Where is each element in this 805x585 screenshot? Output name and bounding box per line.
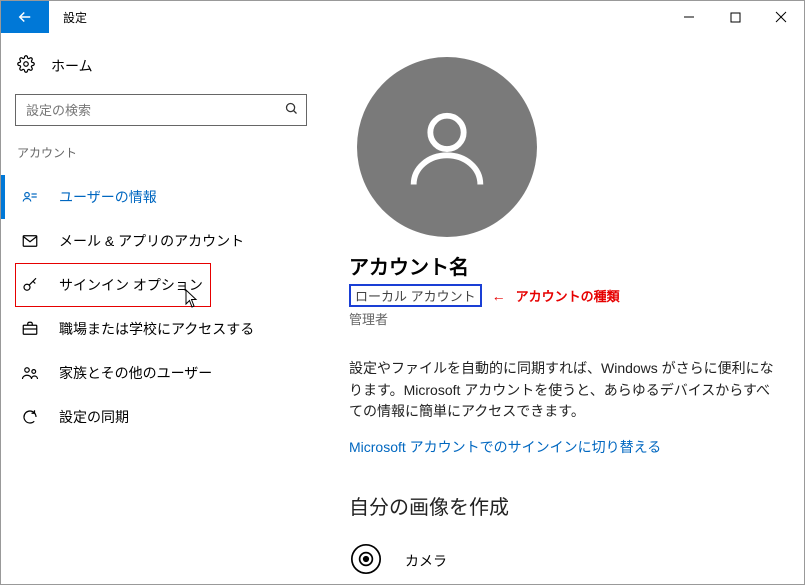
search-input[interactable]	[15, 94, 307, 126]
account-header: アカウント名 ローカル アカウント ← アカウントの種類 管理者	[349, 57, 776, 328]
account-type-row: ローカル アカウント ← アカウントの種類	[349, 284, 620, 307]
close-icon	[775, 11, 787, 23]
account-role: 管理者	[349, 309, 388, 328]
home-button[interactable]: ホーム	[15, 51, 307, 88]
sidebar-item-label: メール & アプリのアカウント	[59, 231, 244, 251]
briefcase-icon	[19, 320, 41, 338]
account-type-annotation: アカウントの種類	[516, 286, 620, 305]
minimize-button[interactable]	[666, 1, 712, 33]
content-pane: アカウント名 ローカル アカウント ← アカウントの種類 管理者 設定やファイル…	[321, 33, 804, 584]
sync-description: 設定やファイルを自動的に同期すれば、Windows がさらに便利になります。Mi…	[349, 358, 776, 423]
camera-button[interactable]: カメラ	[349, 542, 776, 579]
settings-window: 設定 ホーム アカウント	[0, 0, 805, 585]
minimize-icon	[683, 11, 695, 23]
sidebar-item-user-info[interactable]: ユーザーの情報	[15, 175, 307, 219]
sidebar-item-label: 職場または学校にアクセスする	[59, 319, 254, 339]
search-icon	[284, 101, 299, 119]
person-card-icon	[19, 188, 41, 206]
body: ホーム アカウント ユーザーの情報	[1, 33, 804, 584]
sidebar-item-label: 設定の同期	[59, 407, 129, 427]
create-picture-heading: 自分の画像を作成	[349, 491, 776, 520]
sidebar-item-sync[interactable]: 設定の同期	[15, 395, 307, 439]
back-button[interactable]	[1, 1, 49, 33]
sidebar-item-signin-options[interactable]: サインイン オプション	[15, 263, 211, 307]
camera-label: カメラ	[405, 551, 447, 571]
gear-icon	[17, 55, 35, 76]
maximize-icon	[730, 12, 741, 23]
sidebar-item-label: 家族とその他のユーザー	[59, 363, 212, 383]
window-title: 設定	[49, 1, 87, 33]
sidebar-item-email-accounts[interactable]: メール & アプリのアカウント	[15, 219, 307, 263]
account-name: アカウント名	[349, 251, 469, 280]
key-icon	[19, 276, 41, 294]
sidebar-item-label: ユーザーの情報	[59, 187, 157, 207]
sync-icon	[19, 408, 41, 426]
titlebar: 設定	[1, 1, 804, 33]
sidebar-section-label: アカウント	[17, 144, 307, 161]
people-icon	[19, 364, 41, 382]
arrow-left-icon	[16, 8, 34, 26]
user-icon	[397, 97, 497, 197]
close-button[interactable]	[758, 1, 804, 33]
home-label: ホーム	[51, 56, 93, 76]
avatar	[357, 57, 537, 237]
camera-icon	[349, 542, 383, 579]
search-wrap	[15, 94, 307, 126]
mail-icon	[19, 232, 41, 250]
sidebar: ホーム アカウント ユーザーの情報	[1, 33, 321, 584]
switch-to-microsoft-account-link[interactable]: Microsoft アカウントでのサインインに切り替える	[349, 437, 661, 457]
maximize-button[interactable]	[712, 1, 758, 33]
arrow-left-icon: ←	[492, 288, 506, 304]
sidebar-nav: ユーザーの情報 メール & アプリのアカウント サインイン オプション	[15, 175, 307, 439]
sidebar-item-label: サインイン オプション	[59, 275, 203, 295]
account-type: ローカル アカウント	[349, 284, 482, 307]
sidebar-item-work-school[interactable]: 職場または学校にアクセスする	[15, 307, 307, 351]
sidebar-item-family-users[interactable]: 家族とその他のユーザー	[15, 351, 307, 395]
